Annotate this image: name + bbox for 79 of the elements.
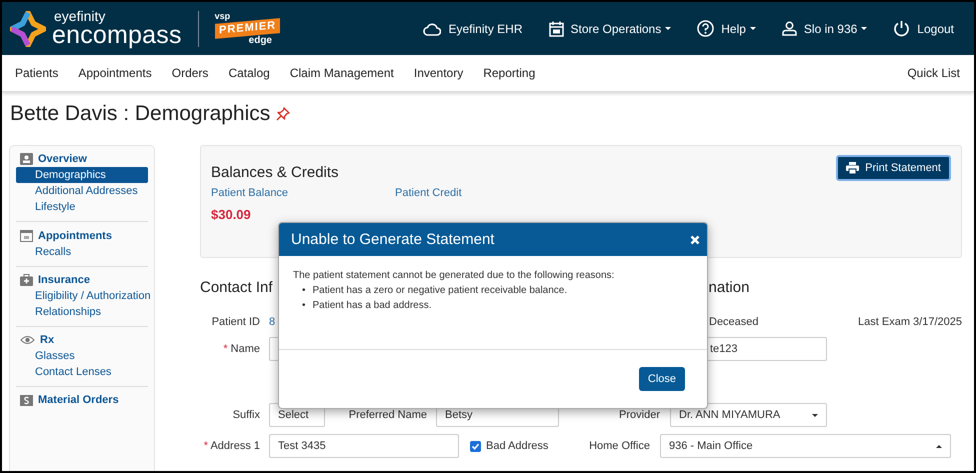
header-menu-link[interactable]: Help — [697, 20, 756, 37]
checkbox-label: Bad Address — [486, 440, 548, 452]
help-icon — [697, 20, 714, 37]
sidebar-item[interactable]: Additional Addresses — [16, 183, 148, 199]
credit-label: Patient Credit — [395, 187, 463, 199]
printer-icon — [846, 162, 860, 174]
section-heading: Contact Inf — [200, 279, 273, 298]
nav-link[interactable]: Inventory — [414, 66, 464, 80]
home-office-select[interactable]: 936 - Main Office — [660, 434, 951, 458]
header-menu-link[interactable]: Store Operations — [548, 20, 672, 37]
field-label: Home Office — [588, 440, 650, 452]
address-field[interactable]: Test 3435 — [269, 434, 459, 458]
caret-icon — [812, 414, 818, 416]
sidebar-heading: Rx — [40, 334, 54, 346]
sidebar-heading: Appointments — [38, 230, 112, 242]
field-label: * Name — [222, 343, 260, 355]
brand-name: encompass — [52, 23, 182, 48]
nav-link[interactable]: Appointments — [78, 66, 152, 80]
page-title: Bette Davis : Demographics — [10, 102, 270, 126]
nav-link[interactable]: Claim Management — [290, 66, 394, 80]
field-label: Suffix — [232, 409, 260, 421]
brand-tagline: eyefinity — [54, 9, 106, 23]
partner-label: edge — [248, 36, 272, 46]
calendar-icon — [20, 229, 33, 242]
user-icon — [782, 21, 797, 36]
dollar-icon — [20, 394, 33, 406]
bullet: • — [302, 299, 306, 313]
field-label: Patient ID — [210, 316, 260, 328]
logo-icon — [10, 10, 46, 46]
reason-item: Patient has a bad address. — [312, 299, 432, 313]
sidebar-item[interactable]: Eligibility / Authorization — [16, 288, 148, 304]
partner-label: vsp — [214, 12, 230, 20]
sidebar-item[interactable]: Relationships — [16, 304, 148, 320]
nav-link[interactable]: Patients — [15, 66, 58, 80]
checkbox[interactable] — [470, 440, 481, 452]
caret-icon — [665, 27, 672, 30]
sidebar-item[interactable]: Recalls — [16, 244, 148, 260]
header-menu-link[interactable]: Eyefinity EHR — [423, 20, 523, 37]
eye-icon — [20, 335, 35, 345]
contact-card-icon — [20, 153, 33, 165]
last-exam-text: Last Exam 3/17/2025 — [858, 316, 962, 328]
reason-item: Patient has a zero or negative patient receivable balance. — [312, 284, 568, 298]
sidebar-heading: Insurance — [38, 274, 90, 286]
dialog-title: Unable to Generate Statement — [291, 231, 494, 248]
pin-icon[interactable] — [276, 107, 290, 121]
header-menu-link[interactable]: Logout — [893, 20, 954, 37]
header-menu-link[interactable]: Slo in 936 — [782, 20, 868, 37]
caret-icon — [936, 444, 942, 448]
close-icon[interactable] — [690, 234, 700, 244]
sidebar-heading: Material Orders — [38, 394, 119, 406]
sidebar-heading: Overview — [38, 153, 87, 165]
bullet: • — [302, 284, 306, 298]
sidebar-item[interactable]: Glasses — [16, 348, 148, 364]
balance-amount: $30.09 — [211, 207, 252, 222]
provider-select[interactable]: Dr. ANN MIYAMURA — [670, 403, 827, 427]
field-label: Deceased — [709, 316, 759, 328]
print-statement-button[interactable]: Print Statement — [836, 155, 951, 181]
caret-icon — [861, 27, 868, 30]
dialog-message: The patient statement cannot be generated due to the following reasons: — [293, 270, 616, 281]
nav-link[interactable]: Orders — [172, 66, 208, 80]
sidebar-item[interactable]: Lifestyle — [16, 199, 148, 215]
medical-bag-icon — [20, 274, 33, 286]
cloud-icon — [423, 22, 442, 36]
sidebar-item[interactable]: Demographics — [16, 167, 148, 183]
section-heading: nation — [708, 279, 750, 298]
field-label: Preferred Name — [348, 409, 427, 421]
field-label: Provider — [618, 409, 660, 421]
section-heading: Balances & Credits — [211, 164, 339, 181]
field-label: * Address 1 — [202, 440, 260, 452]
caret-icon — [750, 27, 756, 30]
sidebar-item[interactable]: Contact Lenses — [16, 364, 148, 380]
close-button[interactable]: Close — [638, 367, 685, 391]
patient-id-value: 8 — [269, 316, 276, 328]
quick-list-link[interactable]: Quick List — [907, 66, 960, 80]
balance-label: Patient Balance — [211, 187, 290, 199]
nav-link[interactable]: Reporting — [483, 66, 536, 80]
calendar-icon — [548, 20, 564, 36]
power-icon — [893, 20, 910, 37]
nav-link[interactable]: Catalog — [228, 66, 270, 80]
